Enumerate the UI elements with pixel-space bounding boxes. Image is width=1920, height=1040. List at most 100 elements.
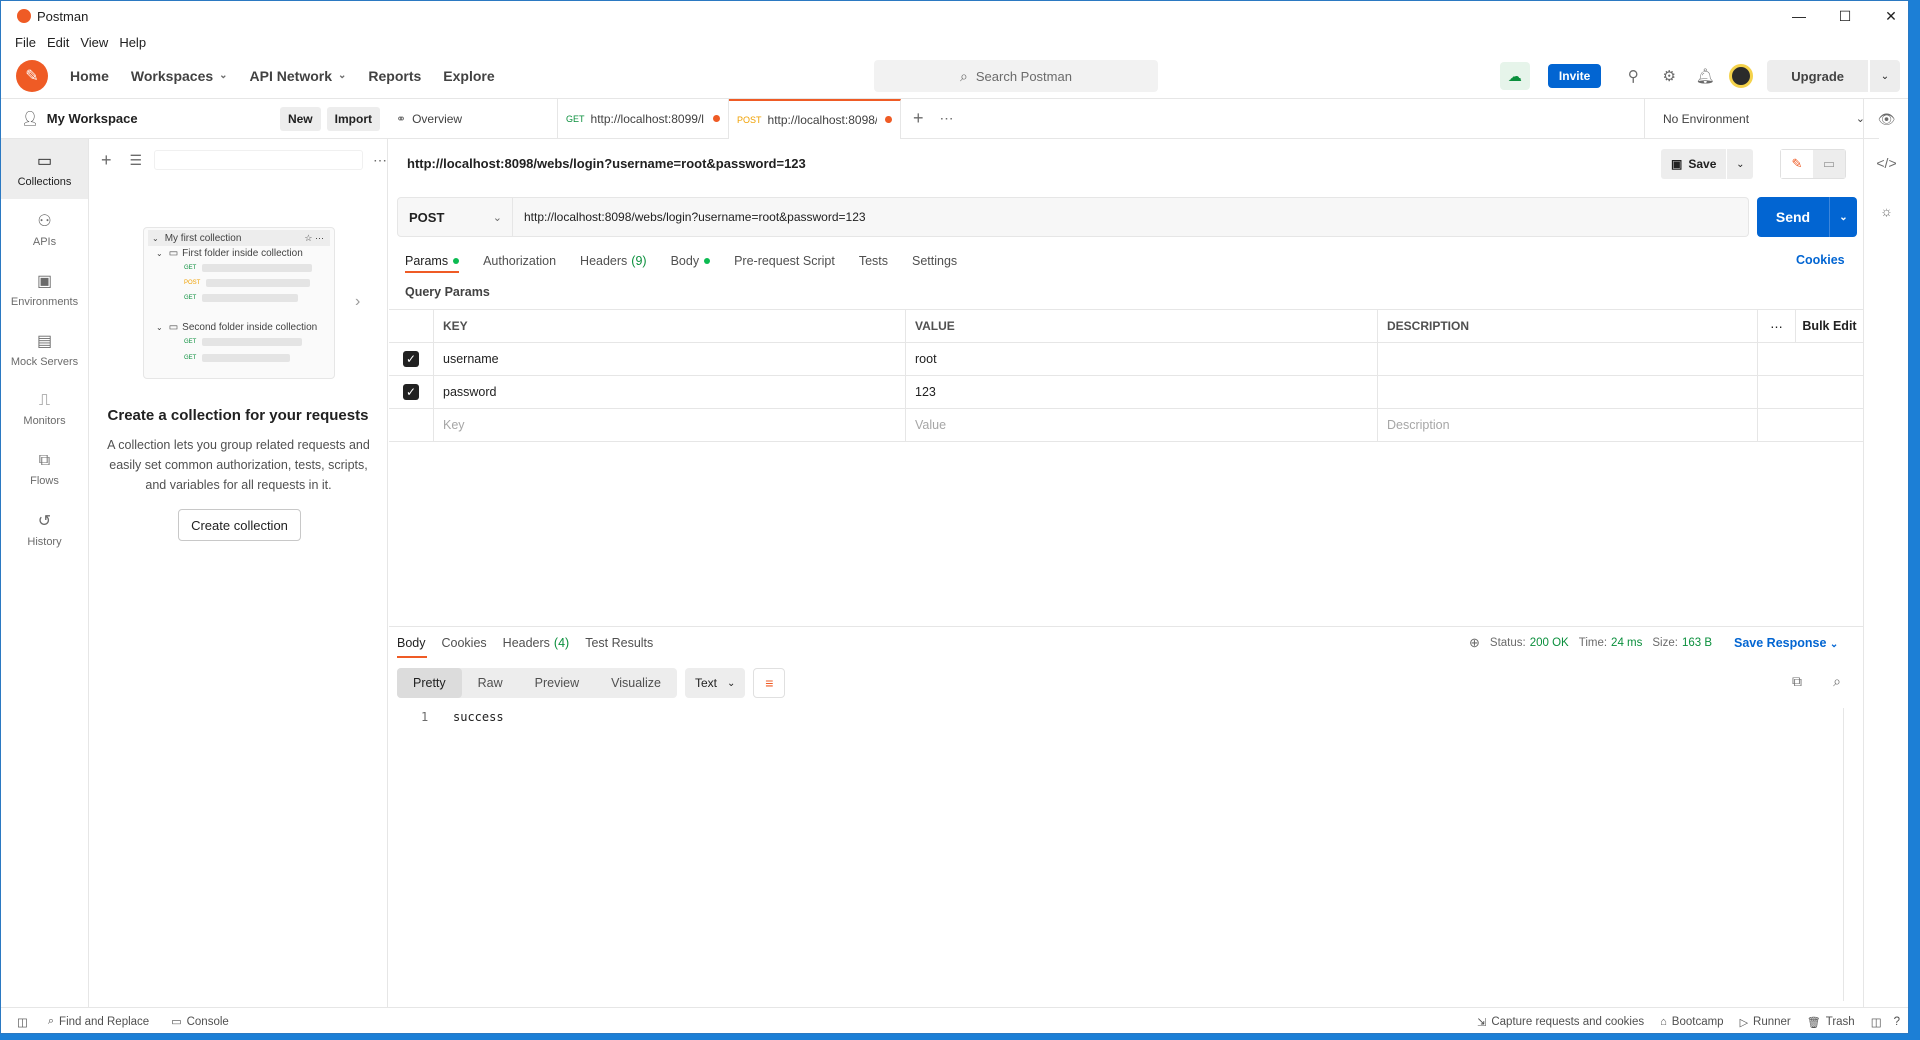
send-button[interactable]: Send ⌄ xyxy=(1757,197,1857,237)
add-collection-plus-icon[interactable]: + xyxy=(101,150,112,171)
view-visualize[interactable]: Visualize xyxy=(595,668,677,698)
tab-authorization[interactable]: Authorization xyxy=(483,254,556,268)
workspace-title[interactable]: My Workspace xyxy=(47,111,138,126)
menu-file[interactable]: File xyxy=(15,35,36,50)
format-select[interactable]: Text ⌄ xyxy=(684,668,746,698)
tab-params[interactable]: Params xyxy=(405,254,460,268)
tab-options-icon[interactable]: ⋯ xyxy=(940,110,954,127)
param-key-cell[interactable]: password xyxy=(434,376,906,408)
menu-edit[interactable]: Edit xyxy=(47,35,69,50)
eye-icon[interactable]: 👁︎ xyxy=(1864,99,1909,139)
nav-api-network[interactable]: API Network ⌄ xyxy=(250,68,347,84)
sidebar-item-apis[interactable]: ⚇ APIs xyxy=(1,199,88,259)
view-raw[interactable]: Raw xyxy=(462,668,519,698)
sidebar-item-environments[interactable]: ▣ Environments xyxy=(1,259,88,319)
lightbulb-icon[interactable]: ☼ xyxy=(1864,187,1909,235)
new-key-input[interactable]: Key xyxy=(434,409,906,441)
tab-test-results[interactable]: Test Results xyxy=(585,636,653,650)
code-icon[interactable]: </> xyxy=(1864,139,1909,187)
minimize-button[interactable]: — xyxy=(1776,1,1822,31)
settings-gear-icon[interactable]: ⚙ xyxy=(1651,67,1687,85)
bulk-edit-button[interactable]: Bulk Edit xyxy=(1796,310,1863,342)
capture-button[interactable]: ⇲ Capture requests and cookies xyxy=(1477,1016,1644,1029)
menu-help[interactable]: Help xyxy=(119,35,146,50)
help-icon[interactable]: ? xyxy=(1894,1016,1900,1028)
request-title[interactable]: http://localhost:8098/webs/login?usernam… xyxy=(407,156,806,171)
param-value-cell[interactable]: root xyxy=(906,343,1378,375)
time-value[interactable]: 24 ms xyxy=(1611,637,1642,649)
tab-get-request[interactable]: GET http://localhost:8099/l xyxy=(558,98,729,139)
create-collection-button[interactable]: Create collection xyxy=(178,509,301,541)
sidebar-item-history[interactable]: ↺ History xyxy=(1,499,88,559)
size-value[interactable]: 163 B xyxy=(1682,637,1712,649)
url-input[interactable]: http://localhost:8098/webs/login?usernam… xyxy=(513,197,1749,237)
cloud-sync-icon[interactable]: ☁ xyxy=(1499,62,1530,90)
sidebar-item-collections[interactable]: ▭ Collections xyxy=(1,139,88,199)
new-button[interactable]: New xyxy=(279,106,321,131)
save-dropdown-chevron-icon[interactable]: ⌄ xyxy=(1727,149,1754,179)
environment-selector[interactable]: No Environment ⌄ xyxy=(1644,99,1879,139)
view-pretty[interactable]: Pretty xyxy=(397,668,462,698)
nav-explore[interactable]: Explore xyxy=(443,68,494,84)
tab-response-body[interactable]: Body xyxy=(397,636,426,650)
tab-settings[interactable]: Settings xyxy=(912,254,957,268)
search-icon[interactable]: ⌕ xyxy=(1817,673,1857,690)
postman-home-logo-icon[interactable]: ✎ xyxy=(16,59,48,92)
save-response-button[interactable]: Save Response ⌄ xyxy=(1734,636,1838,650)
filter-input[interactable] xyxy=(154,150,363,170)
nav-reports[interactable]: Reports xyxy=(368,68,421,84)
toggle-sidebar-icon[interactable]: ◫ xyxy=(17,1015,28,1029)
response-body-code[interactable]: 1 success xyxy=(421,710,504,724)
copy-icon[interactable]: ⧉ xyxy=(1777,673,1817,690)
tab-post-request[interactable]: POST http://localhost:8098/ xyxy=(729,98,901,139)
tab-pre-request-script[interactable]: Pre-request Script xyxy=(734,254,835,268)
edit-pencil-icon[interactable]: ✎ xyxy=(1781,150,1813,178)
tab-overview[interactable]: ⚭ Overview xyxy=(388,98,558,139)
sidebar-item-mock-servers[interactable]: ▤ Mock Servers xyxy=(1,319,88,379)
bootcamp-button[interactable]: ⌂ Bootcamp xyxy=(1660,1016,1723,1028)
new-value-input[interactable]: Value xyxy=(906,409,1378,441)
param-checkbox[interactable]: ✓ xyxy=(403,384,419,400)
sidebar-item-monitors[interactable]: ⎍ Monitors xyxy=(1,379,88,439)
find-replace-button[interactable]: ⌕ Find and Replace xyxy=(48,1015,149,1028)
avatar[interactable] xyxy=(1729,64,1754,88)
view-preview[interactable]: Preview xyxy=(519,668,595,698)
status-value[interactable]: 200 OK xyxy=(1530,637,1569,649)
nav-home[interactable]: Home xyxy=(70,68,109,84)
param-description-cell[interactable] xyxy=(1378,343,1758,375)
send-dropdown-chevron-icon[interactable]: ⌄ xyxy=(1829,197,1857,237)
tab-body[interactable]: Body xyxy=(671,254,711,268)
console-button[interactable]: ▭ Console xyxy=(171,1015,229,1029)
search-input[interactable]: ⌕ Search Postman xyxy=(874,60,1158,92)
param-checkbox[interactable]: ✓ xyxy=(403,351,419,367)
upgrade-dropdown-chevron-icon[interactable]: ⌄ xyxy=(1870,60,1900,92)
notification-bell-icon[interactable]: 🔔︎ xyxy=(1687,67,1723,85)
sidebar-item-flows[interactable]: ⧉ Flows xyxy=(1,439,88,499)
two-pane-icon[interactable]: ◫ xyxy=(1871,1015,1882,1029)
runner-button[interactable]: ▷ Runner xyxy=(1740,1016,1791,1029)
param-value-cell[interactable]: 123 xyxy=(906,376,1378,408)
new-tab-plus-icon[interactable]: + xyxy=(913,108,924,129)
comment-icon[interactable]: ▭ xyxy=(1813,150,1845,178)
new-description-input[interactable]: Description xyxy=(1378,409,1758,441)
column-options-icon[interactable]: ⋯ xyxy=(1758,310,1796,342)
tab-response-cookies[interactable]: Cookies xyxy=(442,636,487,650)
menu-view[interactable]: View xyxy=(80,35,108,50)
import-button[interactable]: Import xyxy=(326,106,380,131)
invite-button[interactable]: Invite xyxy=(1547,64,1602,88)
globe-icon[interactable]: ⊕ xyxy=(1469,635,1480,651)
response-scrollbar[interactable] xyxy=(1843,708,1857,1001)
satellite-icon[interactable]: ⚲ xyxy=(1615,67,1651,85)
save-button[interactable]: ▣ Save xyxy=(1661,149,1727,179)
maximize-button[interactable]: ☐ xyxy=(1822,1,1868,31)
nav-workspaces[interactable]: Workspaces ⌄ xyxy=(131,68,228,84)
cookies-link[interactable]: Cookies xyxy=(1796,253,1845,267)
response-divider[interactable] xyxy=(389,626,1863,627)
tab-tests[interactable]: Tests xyxy=(859,254,888,268)
param-description-cell[interactable] xyxy=(1378,376,1758,408)
more-options-icon[interactable]: ⋯ xyxy=(373,152,387,169)
wrap-lines-icon[interactable]: ≡ xyxy=(753,668,786,698)
param-key-cell[interactable]: username xyxy=(434,343,906,375)
tab-response-headers[interactable]: Headers (4) xyxy=(503,636,570,650)
method-select[interactable]: POST ⌄ xyxy=(397,197,513,237)
